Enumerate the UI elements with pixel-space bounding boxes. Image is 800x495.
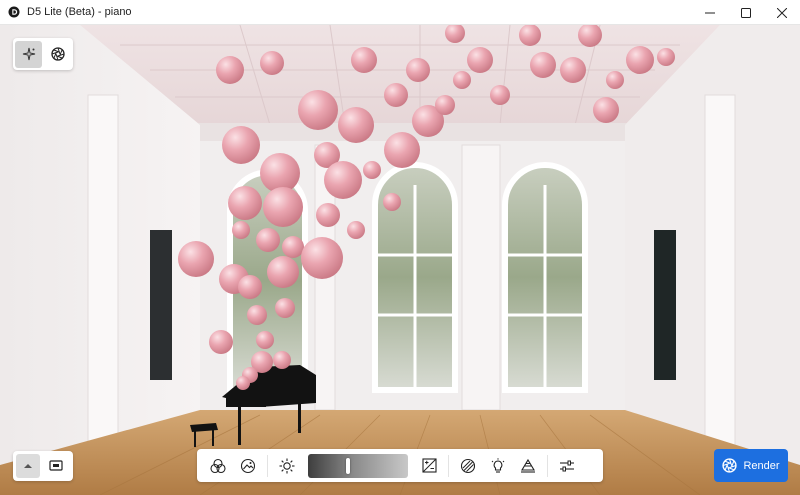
exposure-slider-thumb[interactable] [346,457,350,474]
maximize-button[interactable] [728,0,764,25]
aperture-icon [50,47,65,61]
exposure-slider[interactable] [308,453,408,478]
render-mode-button[interactable] [44,41,71,68]
image-adjust-button[interactable] [233,449,263,482]
render-viewport[interactable] [0,25,800,495]
mode-switch [13,38,73,70]
collapse-up-icon [24,464,32,468]
screen-capture-icon [49,460,63,471]
sun-icon [279,458,295,473]
bottom-toolbar [197,449,603,482]
sun-button[interactable] [272,449,302,482]
sparkle-icon [22,47,35,61]
collapse-button[interactable] [16,454,40,478]
settings-sliders-button[interactable] [552,449,582,482]
scene-preview [0,25,800,495]
minimize-button[interactable] [692,0,728,25]
hatch-icon [460,458,476,473]
exposure-compensation-icon [421,458,437,473]
window-controls [692,0,800,25]
bulb-icon [491,457,505,473]
minimize-icon [705,12,715,13]
layers-icon [521,458,535,473]
image-adjust-icon [240,458,256,473]
d5-logo-icon [8,6,20,18]
window-title: D5 Lite (Beta) - piano [27,6,132,18]
screen-capture-button[interactable] [44,454,68,478]
color-circles-icon [210,458,226,473]
color-button[interactable] [203,449,233,482]
ai-mode-button[interactable] [15,40,42,68]
close-button[interactable] [764,0,800,25]
light-button[interactable] [483,449,513,482]
aperture-icon [722,458,738,473]
material-button[interactable] [453,449,483,482]
close-icon [777,7,787,18]
maximize-icon [741,7,751,18]
toolbar-divider [267,454,268,477]
toolbar-divider [547,454,548,477]
layers-button[interactable] [513,449,543,482]
render-button[interactable]: Render [714,449,788,482]
title-bar: D5 Lite (Beta) - piano [0,0,800,25]
render-label: Render [743,459,780,472]
bottom-left-controls [13,451,73,481]
toolbar-divider [448,454,449,477]
exposure-compensation-button[interactable] [414,449,444,482]
sliders-icon [560,460,574,471]
